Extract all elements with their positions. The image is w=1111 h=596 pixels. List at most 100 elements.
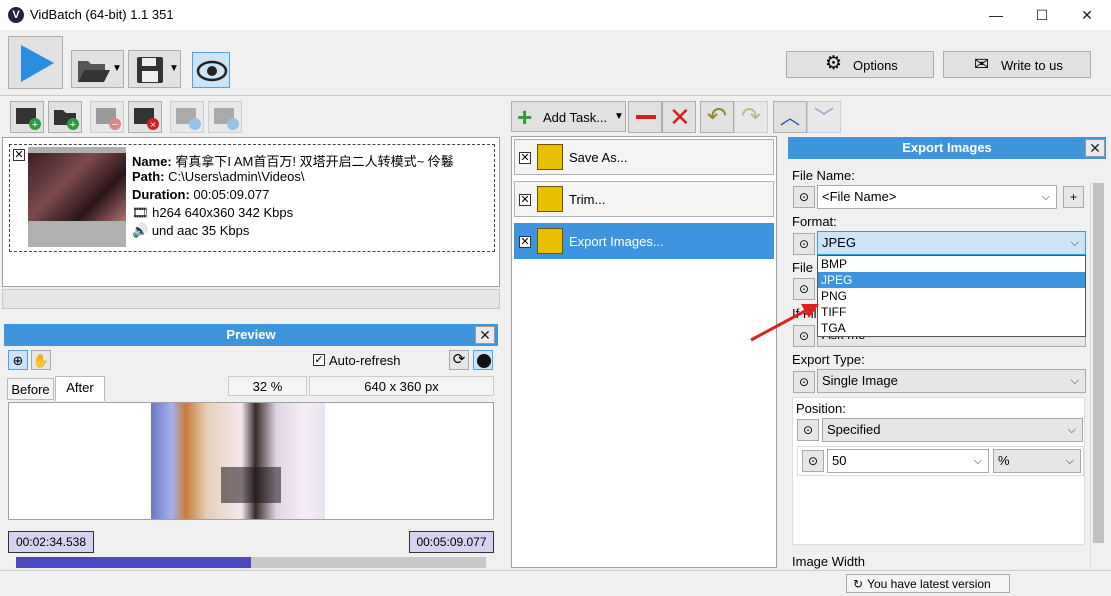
preview-dimensions: 640 x 360 px <box>309 376 494 396</box>
task-checkbox[interactable]: ✕ <box>519 152 531 164</box>
move-file-down-button[interactable] <box>208 101 242 133</box>
add-task-label: Add Task... <box>543 110 608 125</box>
chevron-down-icon[interactable]: ⌵ <box>1068 419 1076 441</box>
redo-icon: ↷ <box>741 103 762 130</box>
window-title: VidBatch (64-bit) 1.1 351 <box>30 7 174 22</box>
position-value-row: ⊙ 50 ⌵ % ⌵ <box>797 446 1084 476</box>
task-label: Save As... <box>569 150 628 165</box>
record-button[interactable] <box>473 350 493 370</box>
variable-icon[interactable]: ⊙ <box>793 186 815 208</box>
folder-open-icon <box>78 61 110 82</box>
task-checkbox[interactable]: ✕ <box>519 236 531 248</box>
add-variable-button[interactable]: + <box>1063 186 1084 208</box>
start-button[interactable] <box>8 36 63 89</box>
minimize-button[interactable]: — <box>973 0 1019 30</box>
remove-task-button[interactable] <box>628 101 662 133</box>
variable-icon[interactable]: ⊙ <box>793 371 815 393</box>
play-icon <box>21 45 54 82</box>
variable-icon[interactable]: ⊙ <box>802 450 824 472</box>
redo-button[interactable]: ↷ <box>734 101 768 133</box>
add-file-button[interactable]: + <box>10 101 44 133</box>
variable-icon[interactable]: ⊙ <box>797 419 819 441</box>
scissors-icon <box>537 186 563 212</box>
file-name-field[interactable]: <File Name> ⌵ <box>817 185 1057 209</box>
close-window-button[interactable]: ✕ <box>1064 0 1110 30</box>
format-label: Format: <box>792 214 837 229</box>
add-folder-icon: + <box>54 110 79 131</box>
variable-icon[interactable]: ⊙ <box>793 278 815 300</box>
export-type-label: Export Type: <box>792 352 865 367</box>
save-button[interactable]: ▼ <box>128 50 181 88</box>
scrollbar-thumb[interactable] <box>1093 183 1104 543</box>
chevron-down-icon[interactable]: ⌵ <box>1071 232 1079 254</box>
format-select[interactable]: JPEG ⌵ <box>817 231 1086 255</box>
chevron-down-icon[interactable]: ▼ <box>614 111 624 122</box>
timeline-track[interactable] <box>16 557 486 568</box>
format-option[interactable]: TGA <box>818 320 1085 336</box>
chevron-down-icon[interactable]: ⌵ <box>1042 186 1050 208</box>
options-button[interactable]: ⚙ Options <box>786 51 934 78</box>
clear-files-button[interactable]: × <box>128 101 162 133</box>
close-preview-button[interactable]: ✕ <box>475 326 495 344</box>
task-save-as[interactable]: ✕ Save As... <box>514 139 774 175</box>
format-option[interactable]: JPEG <box>818 272 1085 288</box>
task-trim[interactable]: ✕ Trim... <box>514 181 774 217</box>
write-to-us-button[interactable]: ✉ Write to us <box>943 51 1091 78</box>
add-folder-button[interactable]: + <box>48 101 82 133</box>
position-select[interactable]: Specified ⌵ <box>822 418 1083 442</box>
chevron-down-icon[interactable]: ▼ <box>112 63 122 74</box>
chevron-down-icon[interactable]: ▼ <box>169 63 179 74</box>
auto-refresh-check[interactable]: ✓ <box>313 354 325 366</box>
chevron-down-icon[interactable]: ⌵ <box>974 450 982 472</box>
export-type-select[interactable]: Single Image ⌵ <box>817 369 1086 393</box>
position-number-field[interactable]: 50 ⌵ <box>827 449 989 473</box>
format-dropdown-list[interactable]: BMP JPEG PNG TIFF TGA <box>817 255 1086 337</box>
undo-button[interactable]: ↶ <box>700 101 734 133</box>
file-item[interactable]: ✕ Name: 宥真拿下I AM首百万! 双塔开启二人转模式~ 伶鬈 Path:… <box>9 144 495 252</box>
move-task-up-button[interactable]: ︿ <box>773 101 807 133</box>
move-file-up-button[interactable] <box>170 101 204 133</box>
export-images-icon <box>537 228 563 254</box>
task-checkbox[interactable]: ✕ <box>519 194 531 206</box>
move-task-down-button[interactable]: ﹀ <box>807 101 841 133</box>
open-button[interactable]: ▼ <box>71 50 124 88</box>
version-status: ↻ You have latest version <box>846 574 1010 593</box>
export-panel-header: Export Images <box>788 137 1106 159</box>
chevron-down-icon[interactable]: ⌵ <box>1066 450 1074 472</box>
add-task-button[interactable]: + Add Task... ▼ <box>511 101 626 132</box>
format-option[interactable]: BMP <box>818 256 1085 272</box>
maximize-button[interactable]: ☐ <box>1019 0 1065 30</box>
file-path: C:\Users\admin\Videos\ <box>168 169 305 184</box>
preview-canvas[interactable] <box>8 402 494 520</box>
close-export-panel-button[interactable]: ✕ <box>1085 139 1105 157</box>
chevron-down-icon[interactable]: ⌵ <box>1071 370 1079 392</box>
file-label: File <box>792 260 813 275</box>
position-unit-select[interactable]: % ⌵ <box>993 449 1081 473</box>
end-time-badge[interactable]: 00:05:09.077 <box>409 531 494 553</box>
zoom-icon[interactable]: ⊕ <box>8 350 28 370</box>
format-option[interactable]: PNG <box>818 288 1085 304</box>
format-value: JPEG <box>822 235 856 250</box>
variable-icon[interactable]: ⊙ <box>793 233 815 255</box>
file-list[interactable]: ✕ Name: 宥真拿下I AM首百万! 双塔开启二人转模式~ 伶鬈 Path:… <box>2 137 500 287</box>
remove-file-button[interactable]: − <box>90 101 124 133</box>
preview-toggle-button[interactable] <box>192 52 230 88</box>
zoom-level: 32 % <box>228 376 307 396</box>
position-group: Position: ⊙ Specified ⌵ ⊙ 50 ⌵ % ⌵ <box>792 397 1085 545</box>
svg-text:×: × <box>150 120 156 131</box>
refresh-icon[interactable]: ⟳ <box>449 350 469 370</box>
app-logo-icon: V <box>8 7 24 23</box>
start-time-badge[interactable]: 00:02:34.538 <box>8 531 94 553</box>
clear-tasks-button[interactable]: ✕ <box>662 101 696 133</box>
vertical-scrollbar[interactable] <box>1090 183 1106 568</box>
hand-pan-icon[interactable]: ✋ <box>31 350 51 370</box>
task-export-images[interactable]: ✕ Export Images... <box>514 223 774 259</box>
audio-info: und aac 35 Kbps <box>151 223 250 238</box>
video-info-row: 🎞 h264 640x360 342 Kbps <box>132 205 293 221</box>
tab-after[interactable]: After <box>55 376 105 401</box>
tab-before[interactable]: Before <box>7 378 54 400</box>
format-option[interactable]: TIFF <box>818 304 1085 320</box>
horizontal-scrollbar[interactable] <box>2 289 500 309</box>
file-checkbox[interactable]: ✕ <box>13 149 25 161</box>
file-duration-row: Duration: 00:05:09.077 <box>132 187 269 202</box>
